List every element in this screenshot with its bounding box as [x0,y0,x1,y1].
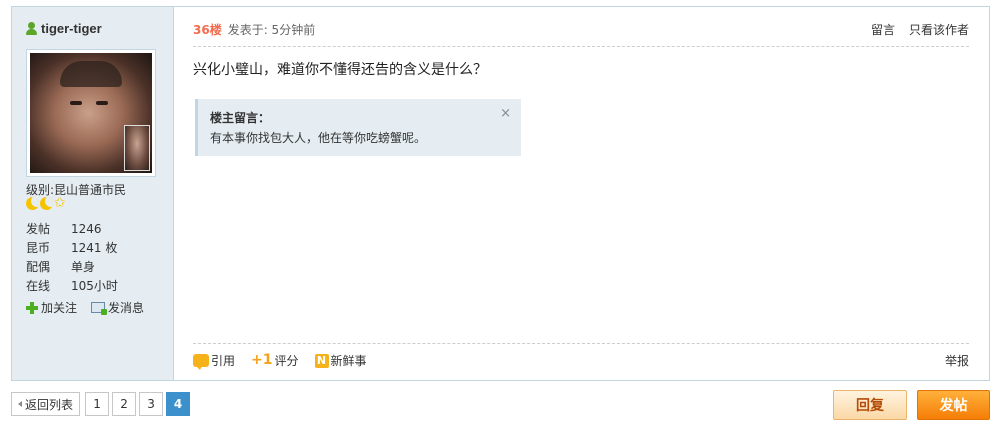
stat-row: 昆币 1241 枚 [26,238,166,257]
arrow-left-icon [18,401,22,407]
stat-key: 配偶 [26,260,51,274]
post-content: 36楼 发表于: 5分钟前 留言 只看该作者 兴化小璧山，难道你不懂得还告的含义… [175,7,989,380]
floor-number[interactable]: 36楼 [193,21,222,38]
news-label: 新鲜事 [330,354,367,368]
send-message-label: 发消息 [108,301,145,315]
leave-note-link[interactable]: 留言 [871,21,895,38]
stat-key: 发帖 [26,222,51,236]
divider [193,343,969,344]
back-to-list-label: 返回列表 [25,397,74,412]
follow-label: 加关注 [41,301,78,315]
news-icon: N [314,353,329,368]
reply-button[interactable]: 回复 [833,390,907,420]
stat-value: 1241 枚 [71,241,118,255]
stat-key: 在线 [26,279,51,293]
moon-icon [40,197,53,210]
stat-value: 105小时 [71,279,118,293]
quote-icon [193,354,209,370]
owner-note: 楼主留言： 有本事你找包大人，他在等你吃螃蟹呢。 × [195,99,521,156]
post-footer-actions: 引用 +1 评分 N 新鲜事 [193,352,367,370]
stat-row: 在线 105小时 [26,276,166,295]
user-stats: 发帖 1246 昆币 1241 枚 配偶 单身 在线 105小时 [26,219,166,295]
page-link[interactable]: 2 [112,392,137,416]
level-badges: ✩ [26,195,66,211]
rate-icon: +1 [251,352,273,368]
level-label: 级别: [26,183,55,197]
plus-icon [26,301,38,314]
quote-label: 引用 [211,354,236,368]
note-text: 有本事你找包大人，他在等你吃螃蟹呢。 [210,131,427,145]
post-container: tiger-tiger 级别:昆山普通市民 ✩ 发帖 1246 昆币 1241 枚 … [11,6,990,381]
stat-row: 发帖 1246 [26,219,166,238]
post-time: 发表于: 5分钟前 [227,23,316,37]
page-link[interactable]: 3 [139,392,164,416]
note-title: 楼主留言： [210,111,271,125]
quote-button[interactable]: 引用 [193,352,236,370]
avatar-image [30,53,152,173]
post-top-links: 留言 只看该作者 [871,21,969,38]
divider [193,46,969,47]
post-meta: 36楼 发表于: 5分钟前 [193,21,315,38]
rate-label: 评分 [274,354,299,368]
close-icon[interactable]: × [500,106,511,121]
stat-value: 单身 [71,260,96,274]
post-message: 兴化小璧山，难道你不懂得还告的含义是什么？ [193,62,487,78]
stat-value[interactable]: 1246 [71,222,102,236]
moon-icon [26,197,39,210]
rate-button[interactable]: +1 评分 [251,352,299,369]
author: tiger-tiger [26,19,102,37]
send-message-button[interactable]: 发消息 [91,299,144,316]
back-to-list-button[interactable]: 返回列表 [11,392,81,416]
pagination: 返回列表 1 2 3 4 [11,392,191,416]
avatar[interactable] [26,49,156,177]
only-author-link[interactable]: 只看该作者 [909,21,969,38]
stat-key: 昆币 [26,241,51,255]
author-name[interactable]: tiger-tiger [41,21,102,36]
author-actions: 加关注 发消息 [26,299,144,316]
stat-row: 配偶 单身 [26,257,166,276]
author-sidebar: tiger-tiger 级别:昆山普通市民 ✩ 发帖 1246 昆币 1241 枚 … [12,7,174,380]
follow-button[interactable]: 加关注 [26,299,77,316]
page-link[interactable]: 1 [85,392,110,416]
new-post-button[interactable]: 发帖 [917,390,990,420]
star-icon: ✩ [54,195,66,211]
user-level: 级别:昆山普通市民 [26,181,126,198]
user-icon [26,21,37,35]
page-link-current[interactable]: 4 [166,392,191,416]
report-link[interactable]: 举报 [945,352,969,369]
mail-icon [91,302,108,315]
news-button[interactable]: N 新鲜事 [314,352,367,369]
